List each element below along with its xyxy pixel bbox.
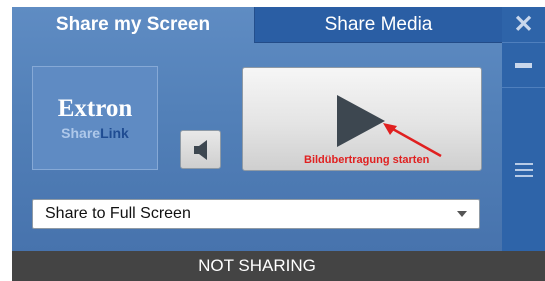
top-border [0,0,545,7]
audio-button[interactable] [180,130,221,169]
logo-subtitle: ShareLink [61,125,129,141]
start-sharing-button[interactable]: Bildübertragung starten [242,67,482,171]
extron-sharelink-logo: Extron ShareLink [32,66,158,170]
left-border [0,7,12,281]
share-mode-select[interactable]: Share to Full Screen [32,199,480,229]
menu-icon [514,163,533,177]
status-bar: NOT SHARING [12,251,545,281]
sharelink-window: Share my Screen Share Media ✕ Extron Sha… [0,0,545,281]
tab-share-my-screen[interactable]: Share my Screen [12,7,254,43]
logo-title: Extron [57,95,133,122]
tab-share-my-screen-label: Share my Screen [55,14,211,35]
logo-subtitle-link: Link [100,125,129,141]
tab-share-media[interactable]: Share Media [254,7,502,43]
minimize-button[interactable] [502,44,545,88]
sharing-status: NOT SHARING [198,256,316,275]
minimize-icon [515,63,532,68]
menu-button[interactable] [502,150,545,190]
tab-share-media-label: Share Media [324,13,433,35]
close-icon: ✕ [513,11,534,38]
chevron-down-icon [457,211,467,217]
speaker-icon [193,139,207,160]
logo-subtitle-share: Share [61,125,101,141]
close-button[interactable]: ✕ [502,7,545,43]
share-mode-value: Share to Full Screen [45,205,191,222]
start-sharing-hint: Bildübertragung starten [304,154,430,166]
